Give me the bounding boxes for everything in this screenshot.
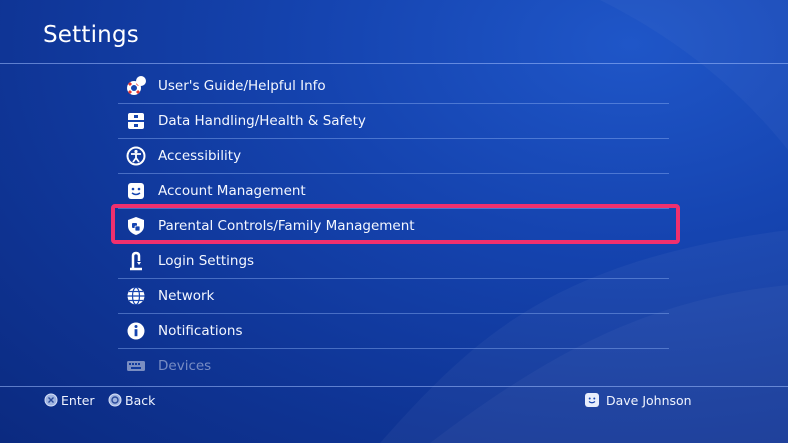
login-icon: [125, 250, 147, 272]
menu-item-label: Network: [158, 288, 215, 304]
menu-item-devices[interactable]: Devices: [118, 349, 669, 383]
menu-item-label: Accessibility: [158, 148, 242, 164]
user-indicator: Dave Johnson: [585, 390, 692, 410]
footer-divider: [0, 386, 788, 387]
menu-item-users-guide[interactable]: User's Guide/Helpful Info: [118, 69, 669, 104]
enter-hint[interactable]: Enter: [44, 390, 95, 410]
menu-item-parental-controls[interactable]: Parental Controls/Family Management: [118, 209, 669, 244]
menu-item-label: Parental Controls/Family Management: [158, 218, 415, 234]
menu-item-label: Data Handling/Health & Safety: [158, 113, 366, 129]
menu-item-label: Notifications: [158, 323, 243, 339]
globe-icon: [125, 285, 147, 307]
back-hint[interactable]: Back: [108, 390, 155, 410]
menu-item-account-management[interactable]: Account Management: [118, 174, 669, 209]
devices-keyboard-icon: [125, 355, 147, 377]
menu-item-label: Account Management: [158, 183, 306, 199]
data-handling-icon: [125, 110, 147, 132]
settings-menu: User's Guide/Helpful Info Data Handling/…: [118, 69, 669, 383]
user-avatar-icon: [585, 393, 599, 407]
menu-item-label: Login Settings: [158, 253, 255, 269]
parental-shield-icon: [125, 215, 147, 237]
enter-label: Enter: [61, 392, 95, 408]
info-icon: [125, 320, 147, 342]
menu-item-label: Devices: [158, 358, 212, 374]
account-face-icon: [125, 180, 147, 202]
cross-button-icon: [44, 393, 58, 407]
user-name: Dave Johnson: [606, 392, 692, 408]
menu-item-data-handling[interactable]: Data Handling/Health & Safety: [118, 104, 669, 139]
menu-item-network[interactable]: Network: [118, 279, 669, 314]
page-title: Settings: [43, 22, 139, 48]
back-label: Back: [125, 392, 156, 408]
accessibility-icon: [125, 145, 147, 167]
menu-item-label: User's Guide/Helpful Info: [158, 78, 326, 94]
menu-item-login-settings[interactable]: Login Settings: [118, 244, 669, 279]
header-divider: [0, 63, 788, 64]
menu-item-accessibility[interactable]: Accessibility: [118, 139, 669, 174]
lifebuoy-info-icon: [125, 75, 147, 97]
circle-button-icon: [108, 393, 122, 407]
menu-item-notifications[interactable]: Notifications: [118, 314, 669, 349]
